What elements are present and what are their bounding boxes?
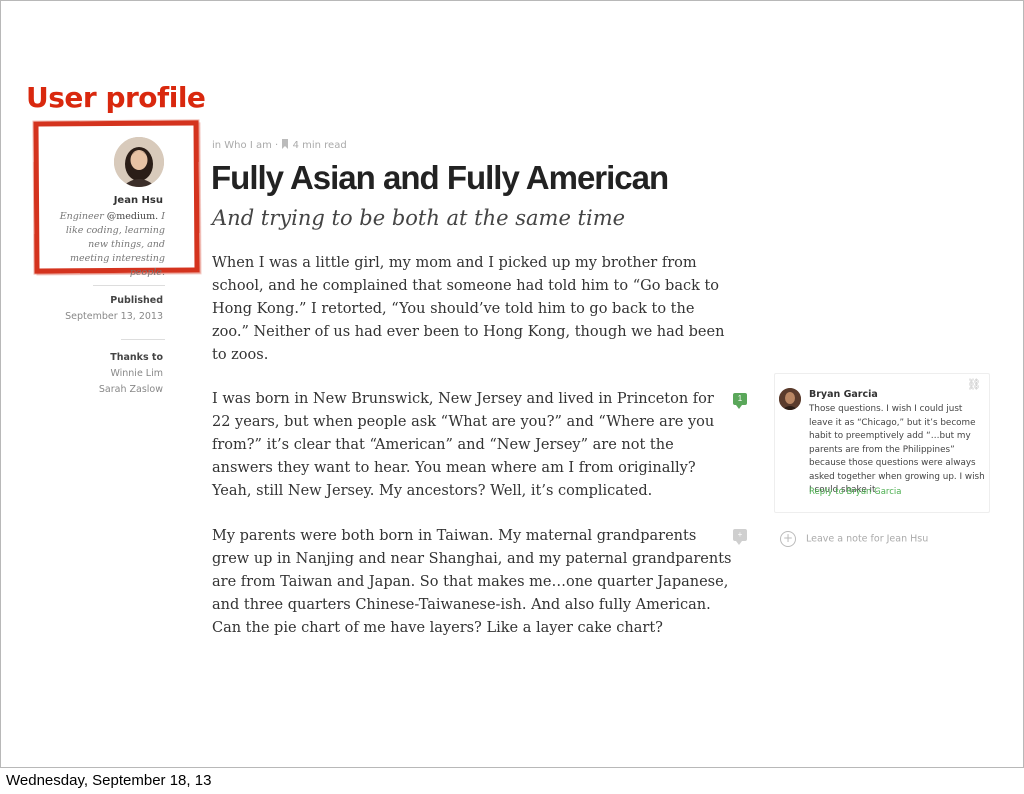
author-name[interactable]: Jean Hsu <box>114 195 163 206</box>
bookmark-icon <box>281 139 292 152</box>
leave-note-button[interactable]: + Leave a note for Jean Hsu <box>780 531 928 547</box>
author-bio: Engineer @medium. I like coding, learnin… <box>49 210 165 280</box>
separator: · <box>275 140 279 151</box>
article-title: Fully Asian and Fully American <box>211 159 669 196</box>
avatar[interactable] <box>114 137 164 187</box>
note-author[interactable]: Bryan Garcia <box>809 389 878 400</box>
thanks-name[interactable]: Winnie Lim <box>99 366 163 382</box>
reply-link[interactable]: Reply to Bryan Garcia <box>809 487 901 497</box>
footer-date: Wednesday, September 18, 13 <box>0 768 1024 794</box>
add-note-icon[interactable]: + <box>733 529 747 545</box>
note-count-icon[interactable]: 1 <box>733 393 747 409</box>
published-block: Published September 13, 2013 <box>65 293 163 325</box>
article-subtitle: And trying to be both at the same time <box>212 206 626 230</box>
leave-note-label: Leave a note for Jean Hsu <box>806 533 929 545</box>
slide-title: User profile <box>26 81 206 114</box>
published-date: September 13, 2013 <box>65 311 163 322</box>
paragraph: I was born in New Brunswick, New Jersey … <box>212 391 715 499</box>
paragraph: My parents were both born in Taiwan. My … <box>212 528 732 636</box>
breadcrumb: in Who I am · 4 min read <box>212 139 347 152</box>
bio-handle[interactable]: @medium. <box>107 211 158 222</box>
note-text: Those questions. I wish I could just lea… <box>809 404 985 495</box>
link-icon[interactable]: ⛓ <box>967 378 981 391</box>
note-card: ⛓ Bryan Garcia Those questions. I wish I… <box>774 373 990 513</box>
paragraph: When I was a little girl, my mom and I p… <box>212 255 725 363</box>
published-label: Published <box>110 295 163 306</box>
note-avatar-photo <box>779 388 801 410</box>
avatar-photo <box>114 137 164 187</box>
thanks-label: Thanks to <box>110 352 163 363</box>
thanks-block: Thanks to Winnie Lim Sarah Zaslow <box>99 350 163 398</box>
note-avatar[interactable] <box>779 388 801 410</box>
read-time: 4 min read <box>292 140 347 151</box>
bio-prefix: Engineer <box>59 211 104 222</box>
divider <box>121 339 165 340</box>
divider <box>93 285 165 286</box>
plus-icon: + <box>780 531 796 547</box>
thanks-name[interactable]: Sarah Zaslow <box>99 382 163 398</box>
slide: User profile Jean Hsu Engineer @medium. … <box>0 0 1024 768</box>
collection-link[interactable]: in Who I am <box>212 140 272 151</box>
